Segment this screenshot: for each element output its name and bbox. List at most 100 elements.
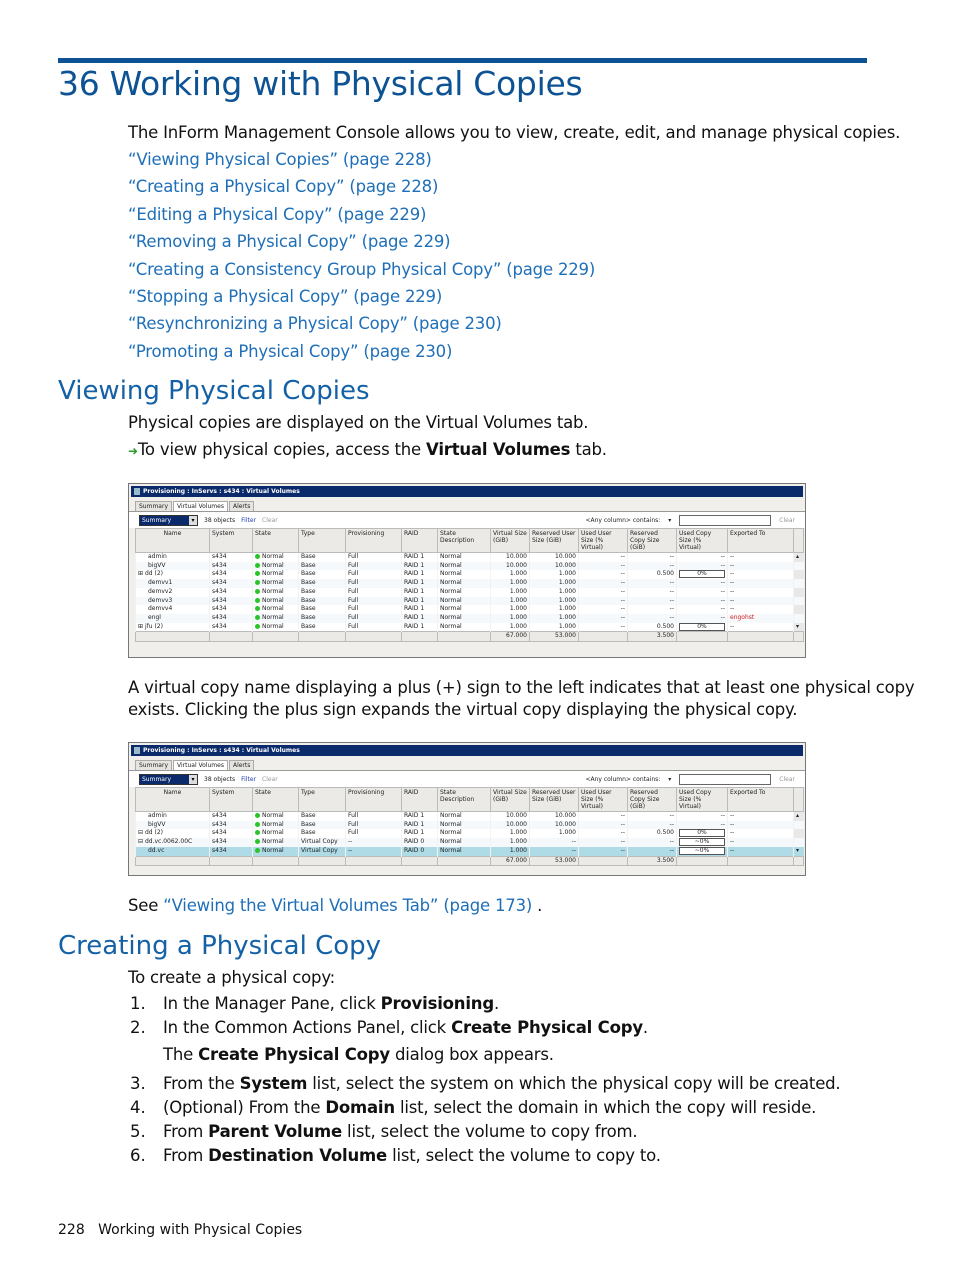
column-header[interactable]: State Description (437, 528, 491, 553)
cell-desc: Normal (437, 596, 491, 606)
table-row[interactable]: ⊞ jfu (2) s434 Normal Base Full RAID 1 Normal 1… (135, 622, 804, 632)
column-header[interactable]: System (209, 787, 253, 812)
column-header[interactable]: Used Copy Size (% Virtual) (676, 528, 728, 553)
value: -- (730, 553, 735, 560)
toc-link[interactable]: “Viewing Physical Copies” (page 228) (128, 150, 432, 169)
column-header[interactable]: Type (298, 528, 346, 553)
value: 1.000 (509, 587, 527, 595)
table-row[interactable]: demvv1 s434 Normal Base Full RAID 1 Normal 1.00… (135, 579, 804, 588)
search-input[interactable] (679, 773, 772, 785)
view-select[interactable]: Summary (139, 773, 198, 785)
cell-rc: 0.500 (627, 829, 677, 839)
scrollbar[interactable] (793, 596, 804, 606)
tab-summary[interactable]: Summary (135, 760, 172, 770)
table-row[interactable]: dd.vc s434 Normal Virtual Copy -- RAID 0 Norma… (135, 846, 804, 857)
expand-toggle-icon[interactable]: ⊟ (138, 838, 143, 845)
scrollbar[interactable] (793, 838, 804, 847)
toc-link[interactable]: “Promoting a Physical Copy” (page 230) (128, 342, 452, 361)
column-header[interactable]: Used User Size (% Virtual) (578, 787, 628, 812)
toc-link[interactable]: “Resynchronizing a Physical Copy” (page … (128, 314, 502, 333)
search-input[interactable] (679, 514, 772, 526)
column-header[interactable]: Type (298, 787, 346, 812)
step-text: From the System list, select the system … (163, 1074, 841, 1093)
column-header[interactable]: Provisioning (345, 787, 402, 812)
dropdown-icon[interactable]: ▾ (668, 776, 671, 783)
column-header[interactable]: State Description (437, 787, 491, 812)
column-header[interactable]: Name (135, 528, 210, 553)
tab-virtual-volumes[interactable]: Virtual Volumes (173, 501, 228, 511)
column-filter-select[interactable]: <Any column> contains: (585, 517, 660, 524)
table-row[interactable]: demvv3 s434 Normal Base Full RAID 1 Normal 1.00… (135, 596, 804, 606)
column-header[interactable]: Reserved Copy Size (GiB) (627, 787, 677, 812)
toc-link[interactable]: “Creating a Consistency Group Physical C… (128, 260, 595, 279)
toc-link[interactable]: “Creating a Physical Copy” (page 228) (128, 177, 438, 196)
column-header[interactable]: Exported To (727, 787, 794, 812)
tab-virtual-volumes[interactable]: Virtual Volumes (173, 760, 228, 770)
column-header[interactable]: System (209, 528, 253, 553)
scrollbar[interactable]: ▾ (793, 622, 804, 632)
column-header[interactable]: Provisioning (345, 528, 402, 553)
expand-toggle-icon[interactable]: ⊞ (138, 570, 143, 577)
scrollbar[interactable] (793, 605, 804, 614)
value: -- (669, 579, 674, 587)
expand-toggle-icon[interactable]: ⊞ (138, 623, 143, 630)
filter-button[interactable]: Filter (241, 776, 256, 783)
scrollbar[interactable]: ▾ (793, 846, 804, 857)
column-header[interactable]: Virtual Size (GiB) (490, 528, 530, 553)
toc-link[interactable]: “Stopping a Physical Copy” (page 229) (128, 287, 442, 306)
search-clear-button[interactable]: Clear (779, 517, 795, 524)
value: -- (620, 587, 625, 595)
column-header[interactable]: RAID (401, 787, 438, 812)
expand-toggle-icon[interactable]: ⊟ (138, 829, 143, 836)
scrollbar[interactable]: ▴ (793, 811, 804, 821)
column-header[interactable]: Reserved Copy Size (GiB) (627, 528, 677, 553)
tab-alerts[interactable]: Alerts (228, 501, 255, 511)
column-header[interactable]: Exported To (727, 528, 794, 553)
scrollbar[interactable] (793, 570, 804, 580)
table-row[interactable]: ⊟ dd.vc.0062.00C s434 Normal Virtual Copy --… (135, 838, 804, 847)
scrollbar[interactable] (793, 829, 804, 839)
scrollbar[interactable] (793, 561, 804, 571)
scrollbar[interactable]: ▴ (793, 552, 804, 562)
toc-link[interactable]: “Removing a Physical Copy” (page 229) (128, 232, 451, 251)
table-row[interactable]: engl s434 Normal Base Full RAID 1 Normal 1.000 1… (135, 613, 804, 623)
view-select[interactable]: Summary (139, 514, 198, 526)
cell-sys: s434 (209, 605, 253, 614)
column-header[interactable]: State (252, 528, 299, 553)
column-header[interactable]: State (252, 787, 299, 812)
filter-button[interactable]: Filter (241, 517, 256, 524)
table-row[interactable]: bigVV s434 Normal Base Full RAID 1 Normal 10.00… (135, 561, 804, 571)
column-header[interactable]: Used User Size (% Virtual) (578, 528, 628, 553)
table-row[interactable]: ⊟ dd (2) s434 Normal Base Full RAID 1 Normal 1.… (135, 829, 804, 839)
scrollbar[interactable] (793, 820, 804, 830)
scrollbar[interactable] (793, 579, 804, 588)
column-header[interactable]: Reserved User Size (GiB) (529, 787, 579, 812)
table-row[interactable]: demvv4 s434 Normal Base Full RAID 1 Normal 1.00… (135, 605, 804, 614)
table-row[interactable]: admin s434 Normal Base Full RAID 1 Normal 10.00… (135, 811, 804, 821)
value: 1.000 (558, 587, 576, 595)
toc-link[interactable]: “Editing a Physical Copy” (page 229) (128, 205, 426, 224)
column-header[interactable]: RAID (401, 528, 438, 553)
table-row[interactable]: bigVV s434 Normal Base Full RAID 1 Normal 10.00… (135, 820, 804, 830)
value: 1.000 (558, 579, 576, 587)
column-header[interactable]: Reserved User Size (GiB) (529, 528, 579, 553)
table-row[interactable]: demvv2 s434 Normal Base Full RAID 1 Normal 1.00… (135, 587, 804, 597)
clear-filter-button[interactable]: Clear (262, 517, 278, 524)
cell-rc: -- (627, 605, 677, 614)
toolbar: Summary38 objectsFilterClear<Any column>… (129, 771, 805, 787)
tab-summary[interactable]: Summary (135, 501, 172, 511)
column-filter-select[interactable]: <Any column> contains: (585, 776, 660, 783)
clear-filter-button[interactable]: Clear (262, 776, 278, 783)
see-also-link[interactable]: “Viewing the Virtual Volumes Tab” (page … (163, 896, 532, 915)
table-row[interactable]: ⊞ dd (2) s434 Normal Base Full RAID 1 Normal 1.… (135, 570, 804, 580)
total-prov (345, 855, 402, 867)
column-header[interactable]: Name (135, 787, 210, 812)
scrollbar[interactable] (793, 587, 804, 597)
dropdown-icon[interactable]: ▾ (668, 517, 671, 524)
column-header[interactable]: Used Copy Size (% Virtual) (676, 787, 728, 812)
column-header[interactable]: Virtual Size (GiB) (490, 787, 530, 812)
table-row[interactable]: admin s434 Normal Base Full RAID 1 Normal 10.00… (135, 552, 804, 562)
tab-alerts[interactable]: Alerts (228, 760, 255, 770)
search-clear-button[interactable]: Clear (779, 776, 795, 783)
scrollbar[interactable] (793, 613, 804, 623)
